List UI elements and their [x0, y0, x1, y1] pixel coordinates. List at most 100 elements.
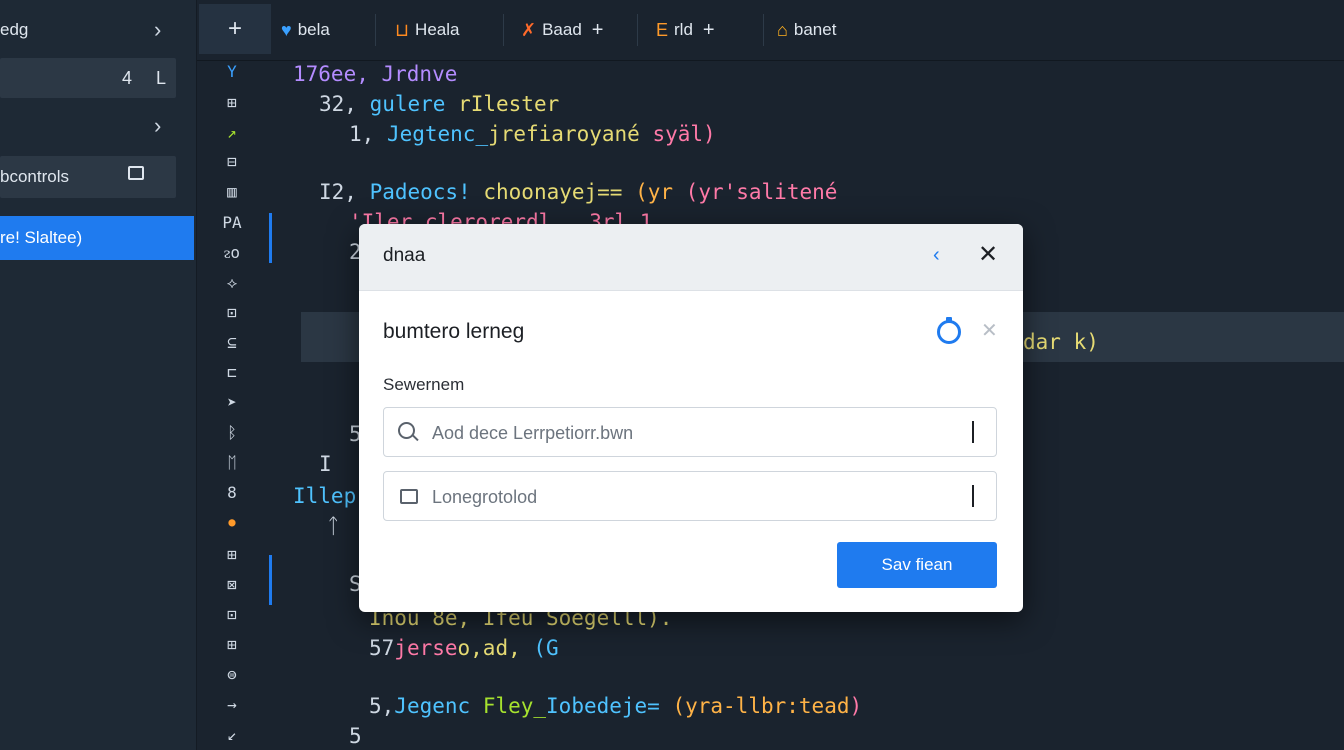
window-icon: [128, 166, 144, 180]
text-cursor: [972, 485, 974, 507]
so-icon[interactable]: ᴤo: [219, 243, 245, 263]
pa-icon[interactable]: PA: [219, 213, 245, 232]
code-line: 57jerseo,ad, (G: [369, 636, 559, 660]
chevron-left-icon[interactable]: ‹: [933, 244, 940, 267]
code-line: I: [319, 452, 332, 476]
sidebar-item-1[interactable]: edg ›: [0, 10, 190, 50]
code-token: choonayej==: [483, 180, 636, 204]
keyboard-icon: [400, 489, 418, 504]
sidebar-item-active[interactable]: re! Slaltee): [0, 216, 194, 260]
code-token: Jegenc: [394, 694, 483, 718]
modal-dialog: dnaa ‹ ✕ bumtero lerneg ✕ Sewernem Aod d…: [359, 224, 1023, 612]
close-icon[interactable]: ✕: [978, 240, 998, 269]
dialog-header: dnaa ‹ ✕: [359, 224, 1023, 291]
code-line: 5: [349, 724, 362, 748]
code-token: gulere: [369, 92, 459, 116]
code-line: 5,Jegenc Fley_Iobedeje= (yra-llbr:tead): [369, 694, 862, 718]
code-token: Fley_: [482, 694, 547, 718]
add-icon[interactable]: +: [592, 19, 604, 42]
code-token: Padeocs!: [369, 180, 484, 204]
folder-icon: ⊔: [395, 19, 410, 40]
dismiss-icon[interactable]: ✕: [981, 318, 998, 343]
code-line: 32, gulere rIlester: [319, 92, 559, 116]
code-token: (G: [533, 636, 559, 660]
new-tab-button[interactable]: +: [199, 4, 271, 54]
arrow-down-left-icon[interactable]: ↙: [219, 725, 245, 744]
box-icon[interactable]: ⊡: [219, 605, 245, 624]
code-token: (yra-llbr:tead: [659, 694, 850, 718]
code-token: jerse: [394, 636, 458, 660]
record-icon[interactable]: ●: [219, 515, 245, 529]
tab-heala[interactable]: ⊔ Heala: [395, 10, 459, 50]
plus-icon: +: [227, 15, 242, 42]
arrow-icon[interactable]: ↗: [219, 123, 245, 142]
sidebar-item-label: re! Slaltee): [0, 228, 83, 247]
gutter-marker: [269, 555, 272, 605]
sidebar-item-label: edg: [0, 20, 29, 39]
subset-icon[interactable]: ⊆: [219, 333, 245, 352]
layers-icon[interactable]: ⊜: [219, 665, 245, 684]
tab-separator: [763, 14, 764, 46]
field-placeholder: Lonegrotolod: [432, 487, 538, 507]
text-field[interactable]: Lonegrotolod: [383, 471, 997, 521]
tab-banet[interactable]: ⌂ banet: [777, 10, 836, 50]
bracket-icon[interactable]: ⊏: [219, 363, 245, 382]
sidebar-item-controls[interactable]: bcontrols: [0, 156, 176, 198]
tab-label: Heala: [415, 20, 460, 39]
box-icon[interactable]: ⊡: [219, 303, 245, 322]
code-token: (yr: [635, 180, 686, 204]
code-token: 5,: [369, 694, 395, 718]
code-token: Jegtenc_: [386, 122, 489, 146]
chevron-right-icon: ›: [154, 17, 162, 42]
chevron-icon[interactable]: Y: [219, 62, 245, 81]
code-line: 176ee, Jrdnve: [293, 62, 458, 86]
tab-label: bela: [297, 20, 330, 39]
add-icon[interactable]: +: [703, 19, 715, 42]
tab-bela[interactable]: ♥ bela: [281, 10, 330, 50]
arrow-right-icon[interactable]: →: [219, 695, 245, 714]
table-icon[interactable]: ⊟: [219, 152, 245, 171]
tab-label: Baad: [542, 20, 582, 39]
grid-icon[interactable]: ⊞: [219, 545, 245, 564]
tab-label: rld: [674, 20, 693, 39]
save-button[interactable]: Sav fiean: [837, 542, 997, 588]
merge-icon[interactable]: ᛖ: [219, 453, 245, 472]
code-line: Illep: [293, 484, 357, 508]
chevron-right-icon: ›: [154, 113, 162, 138]
list-icon: E: [656, 19, 669, 40]
x-box-icon[interactable]: ⊠: [219, 575, 245, 594]
sidebar-count: 4: [122, 67, 133, 88]
code-token: syäl): [652, 122, 716, 146]
sidebar-item-label: bcontrols: [0, 167, 69, 186]
code-token: o,ad,: [457, 636, 534, 660]
code-token: jrefiaroyané: [488, 122, 653, 146]
code-line: I2, Padeocs! choonayej== (yr (yr'saliten…: [319, 180, 837, 204]
code-token: dar k): [1023, 330, 1099, 354]
star-icon[interactable]: ⟡: [219, 273, 245, 293]
refresh-icon[interactable]: [937, 317, 961, 344]
tab-rld[interactable]: E rld +: [656, 10, 715, 50]
panel-icon[interactable]: ▥: [219, 182, 245, 201]
tab-baad[interactable]: ✗ Baad +: [521, 10, 603, 50]
eight-icon[interactable]: 8: [219, 483, 245, 502]
text-cursor: [972, 421, 974, 443]
section-label: Sewernem: [383, 375, 465, 394]
sidebar-item-3[interactable]: ›: [0, 106, 190, 146]
code-token: 57: [369, 636, 395, 660]
search-input[interactable]: Aod dece Lerrpetiorr.bwn: [383, 407, 997, 457]
dialog-subtitle: bumtero lerneg: [383, 320, 525, 343]
code-token: 1,: [349, 122, 387, 146]
search-icon: [398, 422, 415, 439]
branch-icon[interactable]: ᛒ: [219, 423, 245, 442]
grid-icon[interactable]: ⊞: [219, 635, 245, 654]
send-icon[interactable]: ➤: [219, 393, 245, 412]
tab-label: banet: [793, 20, 837, 39]
code-line: ᛏ: [327, 514, 340, 538]
sidebar-item-2[interactable]: 4 L: [0, 58, 176, 98]
grid-icon[interactable]: ⊞: [219, 93, 245, 112]
tab-separator: [375, 14, 376, 46]
code-token: (yr'salitené: [685, 180, 838, 204]
bolt-icon: ✗: [521, 19, 537, 40]
sidebar: edg › 4 L › bcontrols re! Slaltee): [0, 0, 197, 750]
code-line: 1, Jegtenc_jrefiaroyané syäl): [349, 122, 716, 146]
